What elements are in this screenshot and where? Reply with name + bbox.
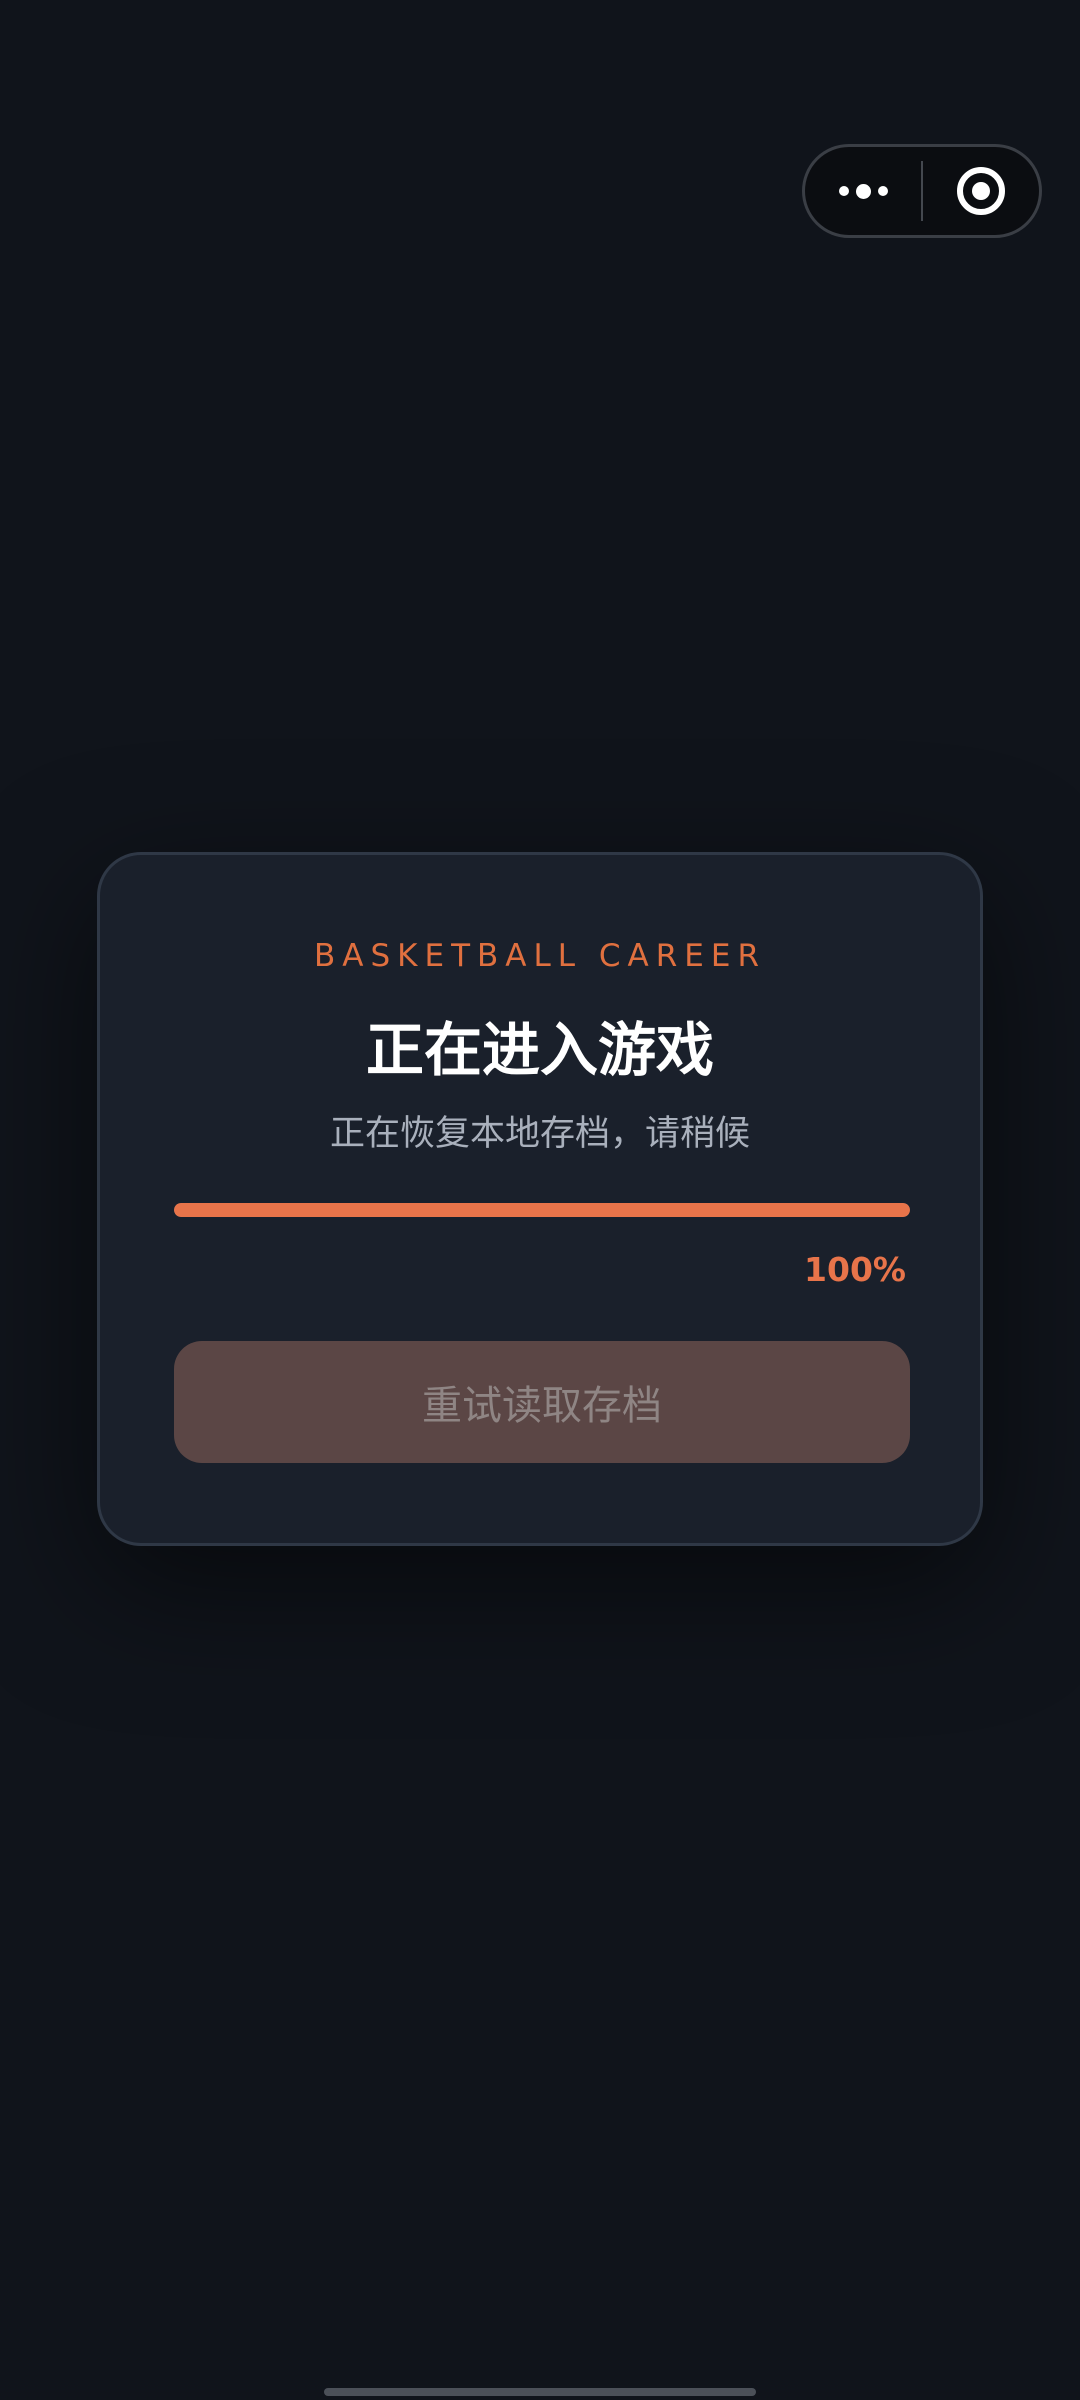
more-dots-icon <box>838 183 888 199</box>
home-indicator <box>324 2388 756 2396</box>
more-menu-button[interactable] <box>805 147 921 235</box>
retry-load-save-button[interactable]: 重试读取存档 <box>174 1341 910 1463</box>
loading-subtitle: 正在恢复本地存档，请稍候 <box>329 1114 750 1154</box>
loading-card: BASKETBALL CAREER 正在进入游戏 正在恢复本地存档，请稍候 10… <box>97 852 983 1546</box>
progress-bar-fill <box>174 1203 910 1217</box>
progress-percent: 100% <box>804 1250 906 1289</box>
loading-title: 正在进入游戏 <box>365 1016 714 1084</box>
close-mini-program-button[interactable] <box>923 147 1039 235</box>
screen: BASKETBALL CAREER 正在进入游戏 正在恢复本地存档，请稍候 10… <box>0 0 1080 2400</box>
game-eyebrow-label: BASKETBALL CAREER <box>314 938 766 974</box>
mini-program-capsule <box>802 144 1042 238</box>
target-circle-icon <box>957 167 1005 215</box>
progress-bar <box>174 1203 910 1217</box>
